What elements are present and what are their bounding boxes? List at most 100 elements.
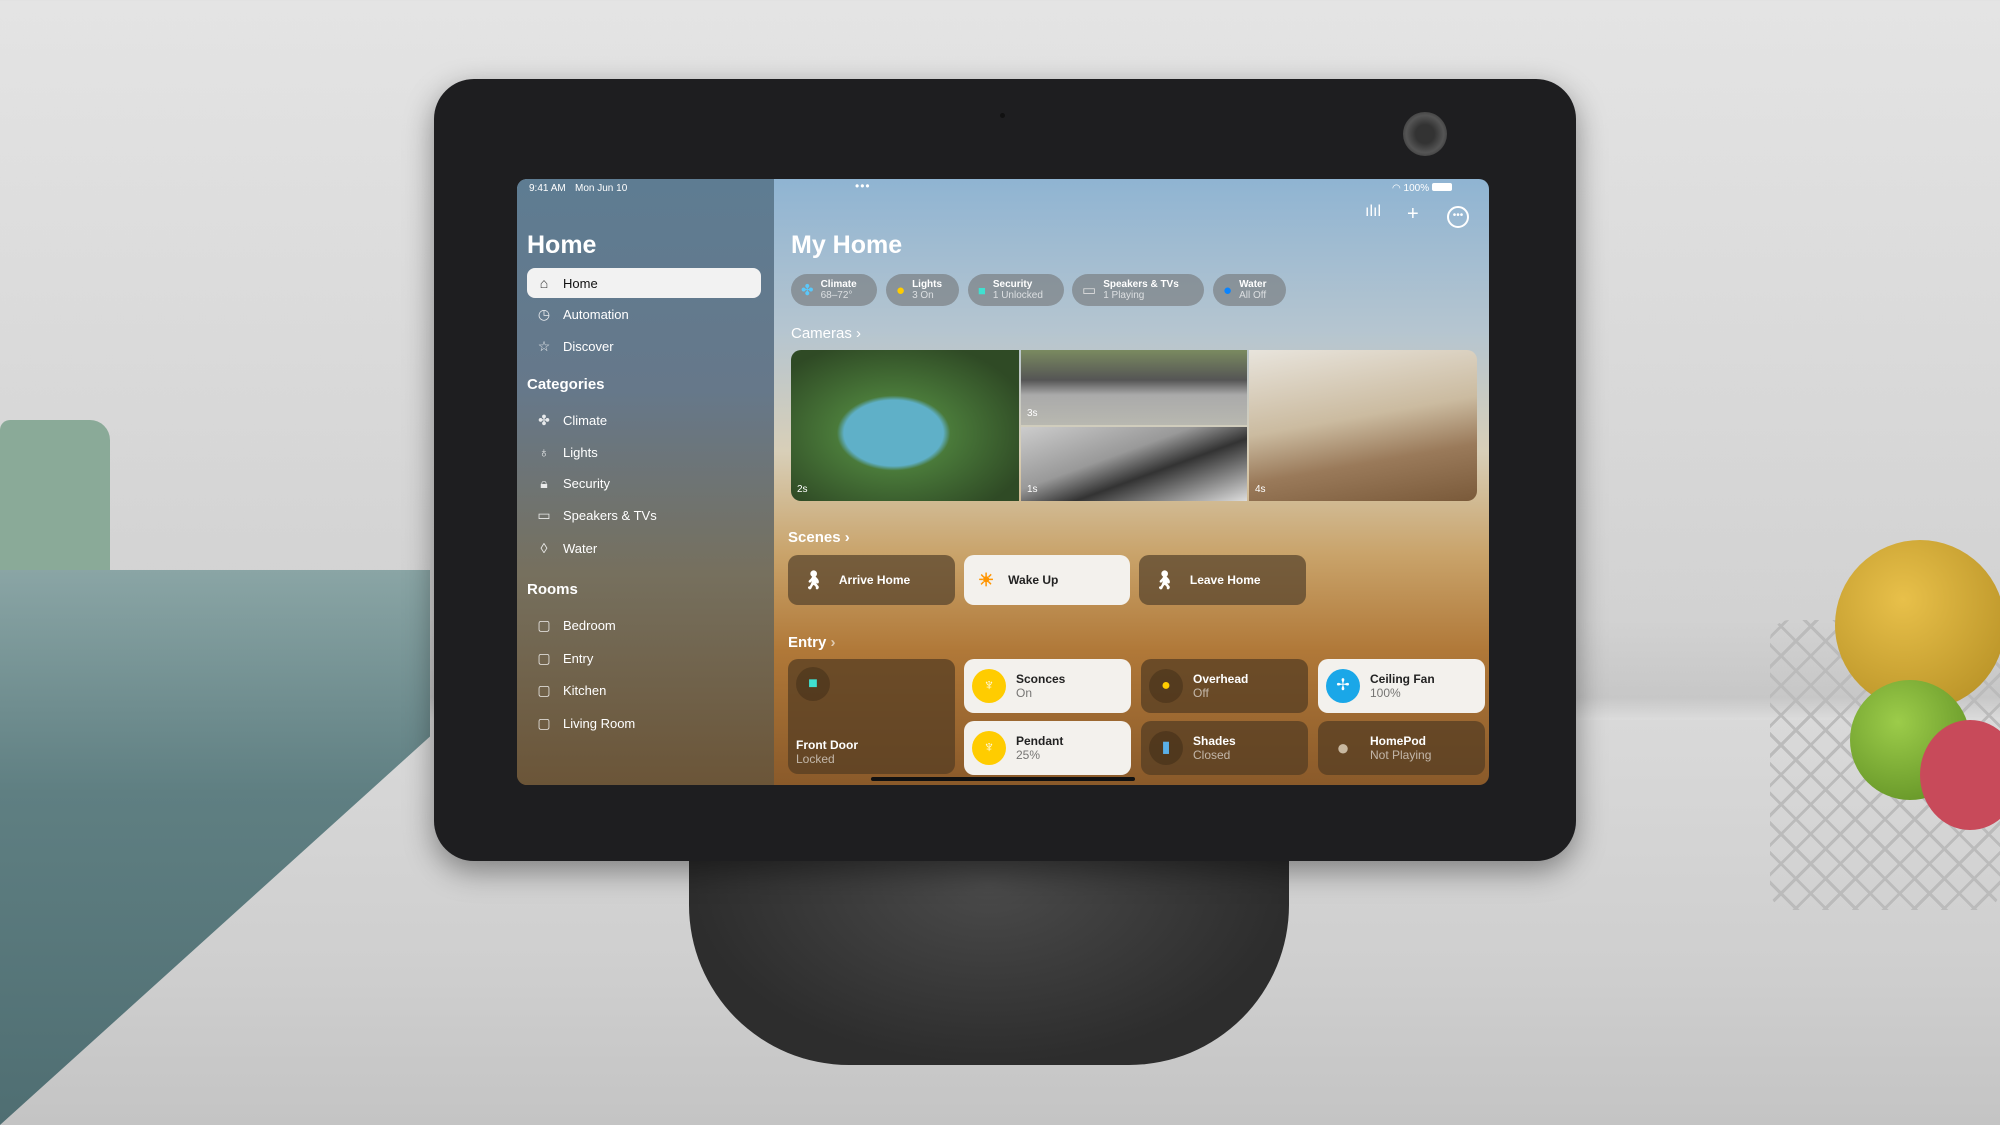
- pill-water[interactable]: ● Water All Off: [1213, 274, 1286, 306]
- scene-arrive-home[interactable]: 🚶︎ Arrive Home: [788, 555, 955, 605]
- sidebar: 9:41 AM Mon Jun 10 Home ⌂ Home ◷ Automatio…: [517, 179, 774, 785]
- tile-name: HomePod: [1370, 734, 1427, 748]
- tile-status: Locked: [796, 752, 835, 766]
- pill-speakers-tvs[interactable]: ▭ Speakers & TVs 1 Playing: [1072, 274, 1204, 306]
- sidebar-item-home[interactable]: ⌂ Home: [527, 268, 761, 298]
- sunrise-icon: ☀: [978, 569, 995, 590]
- sidebar-item-lights[interactable]: ♁ Lights: [527, 437, 761, 467]
- intercom-waveform-icon[interactable]: ılıl: [1365, 203, 1381, 221]
- camera-pool[interactable]: 2s: [791, 350, 1019, 501]
- tile-name: Shades: [1193, 734, 1236, 748]
- sidebar-title: Home: [527, 231, 597, 259]
- sidebar-item-kitchen[interactable]: ▢ Kitchen: [527, 675, 761, 705]
- sidebar-item-entry[interactable]: ▢ Entry: [527, 643, 761, 673]
- sidebar-item-automation[interactable]: ◷ Automation: [527, 299, 761, 329]
- label: Scenes: [788, 529, 841, 546]
- scene-wake-up[interactable]: ☀ Wake Up: [964, 555, 1130, 605]
- tile-status: 100%: [1370, 686, 1401, 700]
- person-walking-icon: 🚶︎: [802, 569, 825, 590]
- tv-speaker-icon: ▭: [1082, 281, 1097, 299]
- tile-status: 25%: [1016, 748, 1041, 762]
- fan-icon: ✤: [538, 411, 550, 428]
- tile-status: On: [1016, 686, 1033, 700]
- tile-status: Closed: [1193, 748, 1231, 762]
- rooms-heading: Rooms: [527, 581, 578, 598]
- sidebar-item-security[interactable]: 🔒︎ Security: [527, 468, 761, 498]
- label: Bedroom: [563, 617, 616, 633]
- sidebar-item-bedroom[interactable]: ▢ Bedroom: [527, 610, 761, 640]
- fruit-basket: [1770, 540, 2000, 910]
- tile-shades[interactable]: ▮ Shades Closed: [1141, 721, 1308, 775]
- battery-percent: 100%: [1403, 183, 1430, 194]
- battery-icon: [1431, 183, 1452, 191]
- tile-pendant[interactable]: ♆ Pendant 25%: [964, 721, 1131, 775]
- label: Speakers & TVs: [563, 507, 657, 523]
- pill-security[interactable]: ■ Security 1 Unlocked: [968, 274, 1064, 306]
- home-indicator[interactable]: [871, 777, 1135, 781]
- speaker-base: [689, 840, 1289, 1065]
- background-pot: [0, 420, 110, 570]
- tile-overhead[interactable]: ● Overhead Off: [1141, 659, 1308, 713]
- add-icon[interactable]: +: [1407, 203, 1419, 226]
- scenes-link[interactable]: Scenes ›: [788, 529, 850, 546]
- label: Wake Up: [1008, 573, 1059, 587]
- camera-garage[interactable]: 1s: [1021, 427, 1247, 501]
- status-date: Mon Jun 10: [575, 183, 628, 194]
- tile-sconces[interactable]: ♆ Sconces On: [964, 659, 1131, 713]
- clock-check-icon: ◷: [537, 305, 551, 322]
- wifi-icon: ◠: [1392, 183, 1404, 194]
- chevron-right-icon: ›: [830, 634, 836, 651]
- scene-leave-home[interactable]: 🚶︎ Leave Home: [1139, 555, 1306, 605]
- cameras-grid: 2s 3s 1s 4s: [791, 350, 1477, 501]
- camera-age: 3s: [1027, 408, 1038, 419]
- tile-homepod[interactable]: ● HomePod Not Playing: [1318, 721, 1485, 775]
- person-walking-icon: 🚶︎: [1153, 569, 1176, 590]
- pill-climate[interactable]: ✤ Climate 68–72°: [791, 274, 877, 306]
- label: Security: [563, 475, 610, 491]
- label: Lights: [563, 444, 598, 460]
- sidebar-item-water[interactable]: ◊ Water: [527, 533, 761, 563]
- more-icon[interactable]: •••: [1447, 206, 1469, 228]
- label: Cameras: [791, 325, 852, 342]
- fan-icon: ✤: [801, 281, 814, 299]
- tile-name: Sconces: [1016, 672, 1066, 686]
- lock-icon: 🔒︎: [540, 474, 548, 491]
- camera-age: 2s: [797, 484, 808, 495]
- room-icon: ▢: [537, 714, 551, 731]
- sidebar-item-discover[interactable]: ☆ Discover: [527, 331, 761, 361]
- label: Kitchen: [563, 682, 607, 698]
- room-icon: ▢: [537, 616, 551, 633]
- camera-driveway[interactable]: 3s: [1021, 350, 1247, 425]
- label: Arrive Home: [838, 573, 911, 587]
- label: Leave Home: [1189, 573, 1261, 587]
- categories-heading: Categories: [527, 376, 605, 393]
- room-icon: ▢: [537, 681, 551, 698]
- sidebar-item-speakers-tvs[interactable]: ▭ Speakers & TVs: [527, 500, 761, 530]
- pill-label: Lights: [912, 279, 943, 290]
- multitasking-dots[interactable]: •••: [855, 179, 871, 193]
- pill-status: All Off: [1239, 290, 1267, 301]
- entry-link[interactable]: Entry ›: [788, 634, 836, 651]
- camera-dot: [1000, 113, 1005, 118]
- home-app-screen: 9:41 AM Mon Jun 10 Home ⌂ Home ◷ Automatio…: [517, 179, 1489, 785]
- star-icon: ☆: [537, 337, 551, 354]
- cameras-link[interactable]: Cameras ›: [791, 325, 861, 342]
- label: Automation: [563, 306, 629, 322]
- lock-icon: ■: [978, 282, 986, 298]
- label: Living Room: [563, 715, 636, 731]
- tile-name: Ceiling Fan: [1370, 672, 1435, 686]
- pill-lights[interactable]: ● Lights 3 On: [886, 274, 959, 306]
- pill-label: Climate: [820, 279, 857, 290]
- lamp-icon: ♆: [972, 731, 1006, 765]
- homepod-icon: ●: [1336, 735, 1350, 760]
- drop-icon: ●: [1223, 281, 1233, 299]
- lock-icon: ■: [796, 667, 830, 701]
- sidebar-item-living-room[interactable]: ▢ Living Room: [527, 708, 761, 738]
- sidebar-item-climate[interactable]: ✤ Climate: [527, 405, 761, 435]
- tile-ceiling-fan[interactable]: ✢ Ceiling Fan 100%: [1318, 659, 1485, 713]
- tile-front-door[interactable]: ■ Front Door Locked: [788, 659, 955, 774]
- label: Discover: [563, 338, 614, 354]
- status-time: 9:41 AM: [529, 183, 566, 194]
- camera-living-room[interactable]: 4s: [1249, 350, 1477, 501]
- tile-name: Pendant: [1016, 734, 1064, 748]
